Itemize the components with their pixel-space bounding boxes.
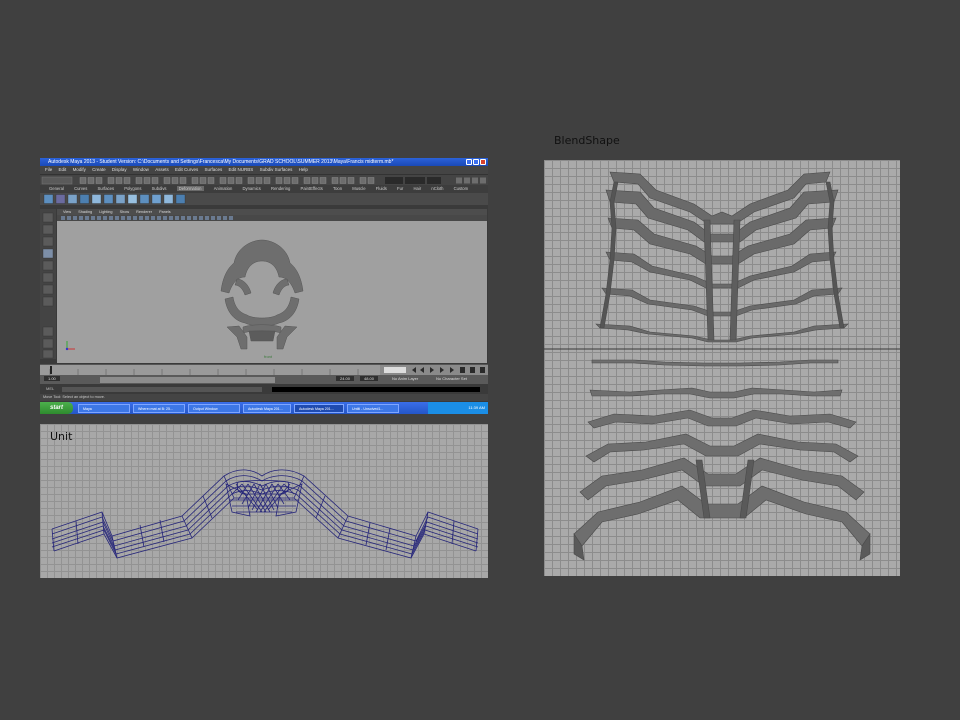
- maximize-icon[interactable]: [473, 159, 479, 165]
- unit-wireframe-panel: Unit: [40, 424, 488, 578]
- menu-edit-curves[interactable]: Edit Curves: [175, 167, 198, 172]
- menu-subdiv-surfaces[interactable]: Subdiv Surfaces: [260, 167, 293, 172]
- tab-general[interactable]: General: [49, 186, 64, 191]
- move-tool-icon[interactable]: [42, 248, 54, 259]
- blend-shape-top-half: [595, 171, 849, 343]
- blend-shape-bottom-half: [573, 359, 871, 561]
- layout-four-icon[interactable]: [42, 338, 54, 349]
- minimize-icon[interactable]: [466, 159, 472, 165]
- viewport-camera-label: front: [264, 354, 273, 359]
- command-input[interactable]: [62, 386, 262, 392]
- tab-polygons[interactable]: Polygons: [124, 186, 141, 191]
- menu-edit[interactable]: Edit: [59, 167, 67, 172]
- taskbar-item[interactable]: Untitl - Unsolved1...: [347, 403, 399, 413]
- menu-create[interactable]: Create: [92, 167, 106, 172]
- windows-taskbar: start Maya Where=mat at B: 25... Output …: [40, 402, 488, 414]
- cmd-mode-label[interactable]: MEL: [40, 386, 54, 391]
- panel-menu-shading[interactable]: Shading: [78, 210, 92, 214]
- tab-painteffects[interactable]: PaintEffects: [301, 186, 323, 191]
- maya-shelf: [40, 193, 488, 205]
- system-tray: 11:39 AM: [428, 402, 488, 414]
- menu-help[interactable]: Help: [299, 167, 308, 172]
- shelf-icon-blend[interactable]: [43, 194, 54, 204]
- tray-clock: 11:39 AM: [468, 405, 485, 410]
- tab-animation[interactable]: Animation: [214, 186, 233, 191]
- last-tool-icon[interactable]: [42, 296, 54, 307]
- scale-tool-icon[interactable]: [42, 272, 54, 283]
- blendshape-front-view-model: [220, 239, 304, 350]
- blend-shape-panel: [544, 160, 900, 576]
- range-start-field[interactable]: 1.00: [44, 376, 60, 381]
- menu-window[interactable]: Window: [133, 167, 149, 172]
- tab-curves[interactable]: Curves: [74, 186, 87, 191]
- tab-dynamics[interactable]: Dynamics: [242, 186, 260, 191]
- range-bar[interactable]: [100, 376, 275, 383]
- maya-window-screenshot: Autodesk Maya 2013 - Student Version: C:…: [40, 158, 488, 414]
- tab-hair[interactable]: Hair: [414, 186, 422, 191]
- tab-toon[interactable]: Toon: [333, 186, 342, 191]
- help-line-text: Move Tool: Select an object to move.: [43, 395, 105, 399]
- tab-subdivs[interactable]: Subdivs: [152, 186, 167, 191]
- range-slider[interactable]: 1.00 24.00 48.00 No Anim Layer No Charac…: [40, 375, 488, 384]
- tab-muscle[interactable]: Muscle: [352, 186, 365, 191]
- menu-file[interactable]: File: [45, 167, 52, 172]
- maya-viewport[interactable]: front: [57, 221, 487, 363]
- taskbar-item[interactable]: Autodesk Maya 201...: [243, 403, 291, 413]
- close-icon[interactable]: [480, 159, 486, 165]
- tab-fur[interactable]: Fur: [397, 186, 403, 191]
- paint-select-icon[interactable]: [42, 236, 54, 247]
- panel-menu-renderer[interactable]: Renderer: [136, 210, 152, 214]
- menu-modify[interactable]: Modify: [73, 167, 86, 172]
- tab-rendering[interactable]: Rendering: [271, 186, 290, 191]
- character-set-dropdown[interactable]: No Character Set: [436, 376, 467, 381]
- panel-menu-show[interactable]: Show: [120, 210, 130, 214]
- range-end-field[interactable]: 24.00: [336, 376, 355, 381]
- start-button[interactable]: start: [40, 402, 73, 414]
- menu-surfaces[interactable]: Surfaces: [205, 167, 223, 172]
- panel-menu-lighting[interactable]: Lighting: [99, 210, 112, 214]
- maya-titlebar: Autodesk Maya 2013 - Student Version: C:…: [40, 158, 488, 166]
- command-result: [272, 386, 480, 392]
- taskbar-item[interactable]: Where=mat at B: 25...: [133, 403, 185, 413]
- blend-shape-label: BlendShape: [554, 134, 620, 147]
- layout-single-icon[interactable]: [42, 326, 54, 337]
- taskbar-item-active[interactable]: Autodesk Maya 201...: [294, 403, 344, 413]
- panel-menu-view[interactable]: View: [63, 210, 71, 214]
- taskbar-item[interactable]: Maya: [78, 403, 130, 413]
- panel-menu-panels[interactable]: Panels: [159, 210, 171, 214]
- rotate-tool-icon[interactable]: [42, 260, 54, 271]
- tab-custom[interactable]: Custom: [454, 186, 468, 191]
- taskbar-item[interactable]: Output Window: [188, 403, 240, 413]
- command-line: MEL: [40, 385, 488, 393]
- menu-edit-nurbs[interactable]: Edit NURBS: [229, 167, 254, 172]
- maya-toolbox: [40, 209, 56, 359]
- manipulator-icon[interactable]: [42, 284, 54, 295]
- lasso-tool-icon[interactable]: [42, 224, 54, 235]
- tab-fluids[interactable]: Fluids: [376, 186, 387, 191]
- menu-display[interactable]: Display: [112, 167, 127, 172]
- time-slider[interactable]: [40, 364, 488, 375]
- maya-shelf-tabs: General Curves Surfaces Polygons Subdivs…: [40, 185, 488, 193]
- help-line: Move Tool: Select an object to move.: [40, 394, 488, 401]
- unit-wireframe-model: [51, 469, 479, 559]
- maya-title-text: Autodesk Maya 2013 - Student Version: C:…: [48, 159, 394, 165]
- layout-persp-icon[interactable]: [42, 349, 54, 359]
- range-max-field[interactable]: 48.00: [360, 376, 379, 381]
- maya-menubar: File Edit Modify Create Display Window A…: [40, 166, 488, 174]
- tab-deformation[interactable]: Deformation: [176, 186, 204, 191]
- axis-gizmo-icon: [65, 341, 75, 351]
- anim-layer-dropdown[interactable]: No Anim Layer: [392, 376, 418, 381]
- select-tool-icon[interactable]: [42, 212, 54, 223]
- tab-surfaces[interactable]: Surfaces: [98, 186, 115, 191]
- menu-assets[interactable]: Assets: [155, 167, 169, 172]
- tab-ncloth[interactable]: nCloth: [431, 186, 443, 191]
